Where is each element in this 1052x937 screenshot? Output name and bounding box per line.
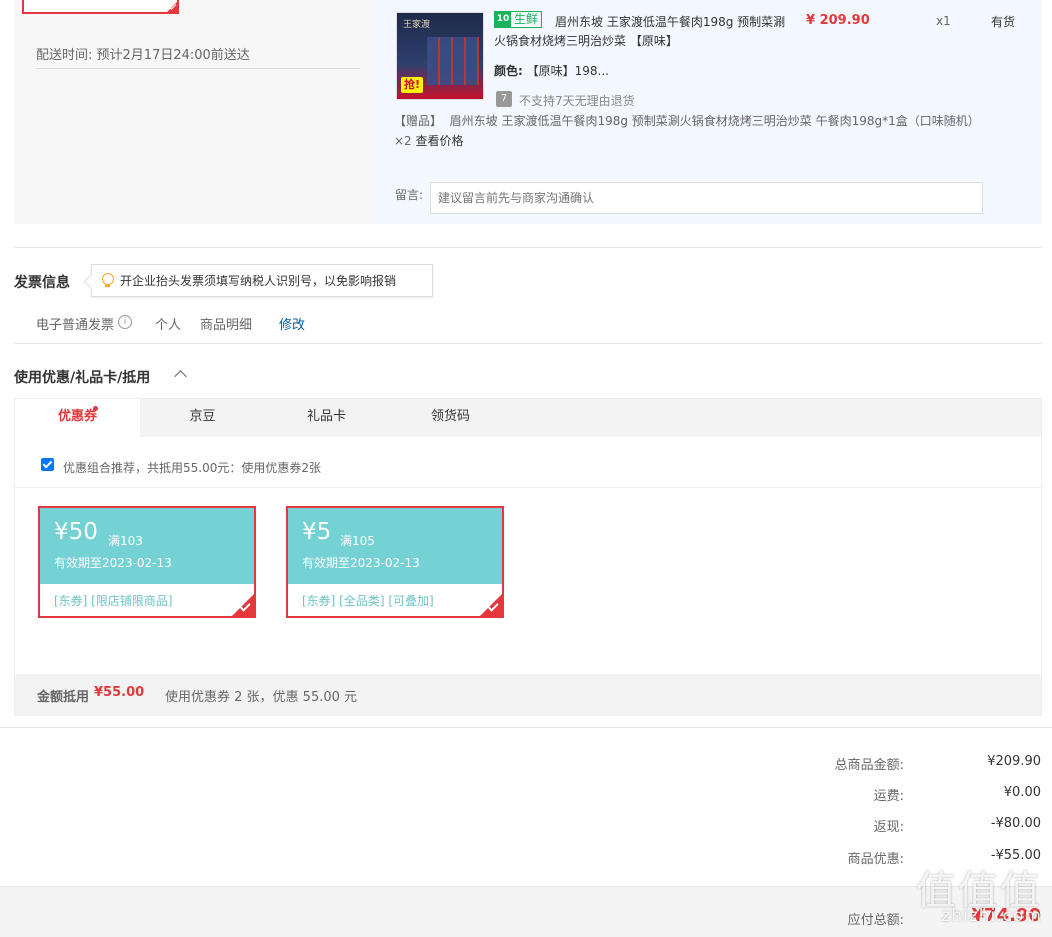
coupon-header: ¥5 满105 有效期至2023-02-13 bbox=[288, 508, 502, 584]
memo-label: 留言: bbox=[395, 188, 424, 202]
gift-prefix: 【赠品】 bbox=[394, 114, 443, 128]
tab-label: 领货码 bbox=[430, 409, 470, 424]
delivery-time-label: 配送时间: bbox=[36, 48, 93, 63]
divider bbox=[14, 343, 1042, 344]
invoice-tip-text: 开企业抬头发票须填写纳税人识别号，以免影响报销 bbox=[120, 274, 397, 288]
delivery-time: 配送时间: 预计2月17日24:00前送达 bbox=[36, 44, 250, 63]
info-icon[interactable]: i bbox=[118, 315, 132, 329]
color-value: 【原味】198... bbox=[526, 64, 609, 78]
fresh-icon: 10 bbox=[495, 12, 511, 27]
gift-check-price-link[interactable]: 查看价格 bbox=[416, 134, 464, 148]
selected-check-icon bbox=[165, 0, 179, 14]
coupon-amount: ¥50 bbox=[54, 519, 98, 545]
divider bbox=[36, 68, 360, 69]
shipping-fee-value: ¥0.00 bbox=[1003, 785, 1041, 800]
invoice-title: 发票信息 bbox=[14, 275, 70, 291]
watermark-site: zhizhi.com bbox=[941, 906, 1042, 926]
payable-label: 应付总额: bbox=[847, 913, 904, 928]
gift-line: 【赠品】 眉州东坡 王家渡低温午餐肉198g 预制菜涮火锅食材烧烤三明治炒菜 午… bbox=[394, 111, 1024, 151]
divider bbox=[0, 727, 1052, 728]
combo-recommendation: 优惠组合推荐，共抵用55.00元：使用优惠券2张 bbox=[63, 461, 321, 475]
coupon-card[interactable]: ¥5 满105 有效期至2023-02-13 [东券] [全品类] [可叠加] bbox=[286, 506, 504, 618]
selected-check-icon bbox=[479, 593, 503, 617]
gift-text: 眉州东坡 王家渡低温午餐肉198g 预制菜涮火锅食材烧烤三明治炒菜 午餐肉198… bbox=[449, 114, 980, 128]
shipping-fee-label: 运费: bbox=[873, 789, 904, 804]
return-policy: 不支持7天无理由退货 bbox=[519, 94, 635, 108]
cashback-label: 返现: bbox=[873, 820, 904, 835]
invoice-detail: 商品明细 bbox=[200, 318, 253, 333]
thumb-brand: 王家渡 bbox=[403, 20, 431, 30]
gift-count: ×2 bbox=[394, 134, 412, 148]
lightbulb-icon bbox=[102, 272, 114, 289]
tab-gift-card[interactable]: 礼品卡 bbox=[264, 399, 389, 438]
coupon-validity: 有效期至2023-02-13 bbox=[54, 556, 172, 570]
total-goods-value: ¥209.90 bbox=[987, 754, 1041, 769]
product-price: ¥ 209.90 bbox=[806, 13, 870, 28]
coupon-card[interactable]: ¥50 满103 有效期至2023-02-13 [东券] [限店铺限商品] bbox=[38, 506, 256, 618]
coupon-summary-label: 金额抵用 bbox=[37, 690, 90, 705]
product-color: 颜色: 【原味】198... bbox=[494, 62, 609, 79]
tab-jingdou[interactable]: 京豆 bbox=[140, 399, 265, 438]
product-quantity: x1 bbox=[936, 14, 951, 28]
coupon-tags: [东券] [全品类] [可叠加] bbox=[302, 594, 434, 608]
invoice-tip: 开企业抬头发票须填写纳税人识别号，以免影响报销 bbox=[91, 264, 433, 297]
coupon-tags: [东券] [限店铺限商品] bbox=[54, 594, 173, 608]
coupon-amount: ¥5 bbox=[302, 519, 332, 545]
selected-check-icon bbox=[231, 593, 255, 617]
new-dot-badge bbox=[93, 406, 98, 411]
stock-status: 有货 bbox=[991, 15, 1016, 29]
discount-label: 商品优惠: bbox=[847, 852, 904, 867]
tab-coupons[interactable]: 优惠券 bbox=[15, 399, 140, 438]
no-return-icon: 7 bbox=[496, 91, 512, 107]
tab-label: 京豆 bbox=[189, 409, 216, 424]
fresh-tag: 10 生鲜 bbox=[494, 11, 543, 28]
cashback-value: -¥80.00 bbox=[990, 816, 1041, 831]
color-label: 颜色: bbox=[494, 64, 523, 78]
tab-redeem-code[interactable]: 领货码 bbox=[388, 399, 513, 438]
thumb-product-art bbox=[427, 37, 479, 85]
product-thumbnail[interactable]: 王家渡 抢! bbox=[396, 12, 484, 100]
total-goods-label: 总商品金额: bbox=[834, 758, 904, 773]
coupon-condition: 满105 bbox=[340, 534, 375, 548]
site-watermark: 值值值 zhizhi.com bbox=[904, 858, 1042, 928]
fresh-tag-label: 生鲜 bbox=[514, 12, 539, 26]
coupon-validity: 有效期至2023-02-13 bbox=[302, 556, 420, 570]
invoice-edit-link[interactable]: 修改 bbox=[279, 314, 305, 333]
divider bbox=[15, 487, 1041, 488]
coupon-summary-amount: ¥55.00 bbox=[94, 685, 145, 700]
invoice-type: 电子普通发票 bbox=[36, 318, 115, 333]
coupon-summary-desc: 使用优惠券 2 张，优惠 55.00 元 bbox=[165, 690, 358, 705]
coupon-condition: 满103 bbox=[108, 534, 143, 548]
selected-shipping-option[interactable] bbox=[22, 0, 179, 14]
memo-input[interactable] bbox=[430, 182, 983, 214]
divider bbox=[14, 247, 1042, 248]
shipping-panel bbox=[14, 0, 372, 224]
tab-label: 礼品卡 bbox=[306, 409, 346, 424]
coupon-header: ¥50 满103 有效期至2023-02-13 bbox=[40, 508, 254, 584]
tab-label: 优惠券 bbox=[57, 409, 97, 424]
coupon-section-title: 使用优惠/礼品卡/抵用 bbox=[14, 370, 151, 386]
invoice-person: 个人 bbox=[155, 318, 182, 333]
combo-checkbox[interactable] bbox=[41, 458, 54, 471]
chevron-up-icon[interactable] bbox=[174, 370, 187, 383]
thumb-badge: 抢! bbox=[401, 77, 423, 93]
delivery-time-value: 预计2月17日24:00前送达 bbox=[96, 48, 250, 63]
